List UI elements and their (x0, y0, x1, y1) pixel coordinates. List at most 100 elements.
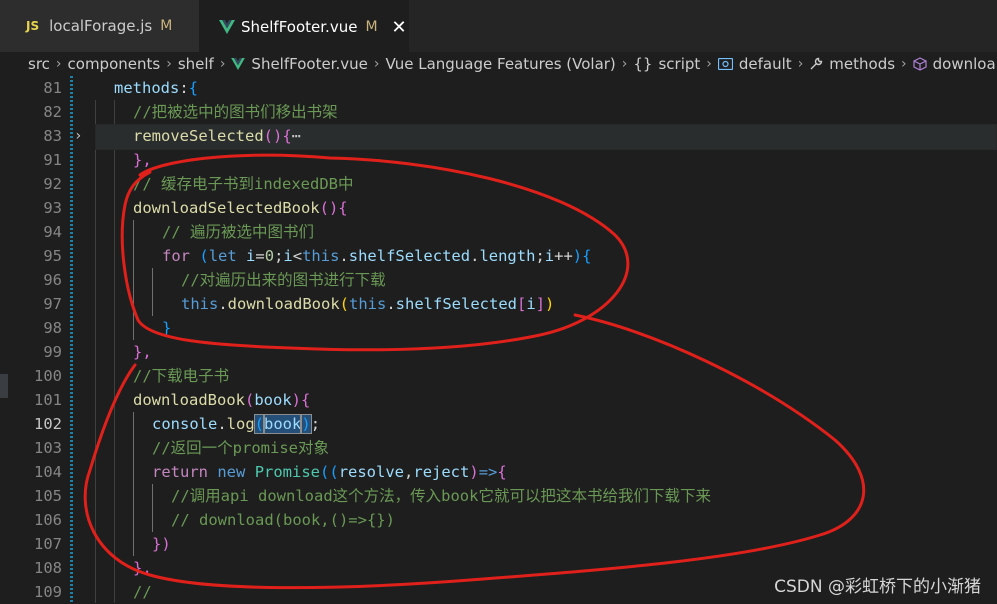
code-token: removeSelected (133, 127, 264, 145)
tab-localforage-js[interactable]: JS localForage.js M (0, 0, 199, 52)
code-token: Promise (254, 463, 321, 481)
wrench-icon (810, 57, 823, 70)
code-line: 100 //下载电子书 (0, 364, 997, 388)
line-number: 102 (34, 415, 62, 433)
line-number: 96 (43, 271, 62, 289)
code-token: ) (545, 295, 555, 313)
folded-ellipsis-icon[interactable]: ⋯ (292, 127, 301, 145)
line-number: 100 (34, 367, 62, 385)
code-token: i (544, 247, 555, 265)
breadcrumb-item[interactable]: ShelfFooter.vue (251, 55, 367, 73)
modified-badge: M (365, 19, 378, 35)
code-token: downloadBook (227, 295, 340, 313)
code-line: 93 downloadSelectedBook(){ (0, 196, 997, 220)
line-number: 82 (43, 103, 62, 121)
line-number: 95 (43, 247, 62, 265)
code-token: : (179, 79, 189, 97)
code-token: = (255, 247, 265, 265)
code-token: i (283, 247, 293, 265)
code-line: 104 return new Promise((resolve,reject)=… (0, 460, 997, 484)
code-line-current: 102 console.log(book); (0, 412, 997, 436)
code-line: 106 // download(book,()=>{}) (0, 508, 997, 532)
tab-shelffooter-vue[interactable]: ShelfFooter.vue M ✕ (199, 0, 409, 53)
code-token: ; (535, 247, 545, 265)
code-line: 81 methods:{ (0, 76, 997, 100)
line-number: 107 (34, 535, 62, 553)
code-token: } (162, 319, 172, 337)
module-icon (717, 58, 733, 70)
code-token: ) (300, 414, 312, 434)
watermark: CSDN @彩虹桥下的小渐猪 (774, 577, 981, 597)
code-editor[interactable]: 81 methods:{ 82 //把被选中的图书们移出书架 83 › remo… (0, 76, 997, 603)
code-token: }, (133, 343, 152, 361)
line-number: 81 (43, 79, 62, 97)
breadcrumb-item[interactable]: Vue Language Features (Volar) (385, 55, 615, 73)
code-token: console (152, 415, 218, 433)
line-number: 106 (34, 511, 62, 529)
code-token: }, (133, 559, 152, 577)
code-token: reject (413, 463, 470, 481)
code-token: { (582, 247, 592, 265)
code-comment: //调用api download这个方法，传入book它就可以把这本书给我们下载… (171, 487, 711, 505)
vue-icon (219, 20, 235, 34)
line-number: 94 (43, 223, 62, 241)
code-token: ++ (554, 247, 573, 265)
code-line: 91 }, (0, 148, 997, 172)
code-token: (){ (263, 127, 292, 145)
line-number: 105 (34, 487, 62, 505)
code-line: 94 // 遍历被选中图书们 (0, 220, 997, 244)
tab-label: localForage.js (49, 17, 153, 35)
code-line: 82 //把被选中的图书们移出书架 (0, 100, 997, 124)
breadcrumb-item[interactable]: methods (829, 55, 895, 73)
breadcrumb-item[interactable]: components (68, 55, 161, 73)
code-token: ( (199, 247, 209, 265)
line-number: 83 (43, 127, 62, 145)
code-token: methods (114, 79, 180, 97)
chevron-right-icon: › (373, 56, 380, 72)
chevron-right-icon: › (621, 56, 628, 72)
code-token: 0 (264, 247, 275, 265)
code-comment: // download(book,()=>{}) (171, 511, 395, 529)
code-token: }, (133, 151, 152, 169)
braces-icon: {} (633, 55, 653, 73)
code-comment: //对遍历出来的图书进行下载 (181, 271, 386, 289)
fold-chevron-icon[interactable]: › (74, 124, 82, 148)
code-token: < (292, 247, 303, 265)
chevron-right-icon: › (55, 56, 62, 72)
modified-badge: M (160, 18, 173, 34)
code-token: ( (253, 414, 266, 434)
breadcrumb-item[interactable]: src (28, 55, 50, 73)
line-number: 92 (43, 175, 62, 193)
breadcrumb-item[interactable]: shelf (178, 55, 214, 73)
breadcrumb-item[interactable]: default (739, 55, 792, 73)
code-token: downloadSelectedBook (133, 199, 320, 217)
code-token: shelfSelected (348, 247, 471, 265)
line-number: 104 (34, 463, 62, 481)
code-comment: //下载电子书 (133, 367, 230, 385)
code-token: resolve (338, 463, 405, 481)
code-line: 107 }) (0, 532, 997, 556)
tab-bar: JS localForage.js M ShelfFooter.vue M ✕ (0, 0, 997, 53)
vue-icon (231, 58, 246, 70)
code-token-selected[interactable]: book (263, 414, 303, 434)
code-token: . (386, 295, 396, 313)
chevron-right-icon: › (706, 56, 712, 72)
tab-label: ShelfFooter.vue (241, 18, 358, 36)
breadcrumb-item[interactable]: downloa (933, 55, 996, 73)
code-comment: // 遍历被选中图书们 (162, 223, 314, 241)
code-token: . (339, 247, 349, 265)
code-token: length (479, 247, 536, 265)
breadcrumb-item[interactable]: script (658, 55, 700, 73)
line-number: 103 (34, 439, 62, 457)
breadcrumb: src › components › shelf › ShelfFooter.v… (0, 52, 997, 76)
chevron-right-icon: › (166, 56, 172, 72)
line-number: 97 (43, 295, 62, 313)
code-token: log (226, 415, 255, 433)
close-icon[interactable]: ✕ (392, 17, 407, 38)
code-token: . (218, 295, 228, 313)
line-number: 109 (34, 583, 62, 601)
line-number: 108 (34, 559, 62, 577)
chevron-right-icon: › (219, 56, 226, 72)
code-token: ) (469, 463, 479, 481)
line-number: 98 (43, 319, 62, 337)
